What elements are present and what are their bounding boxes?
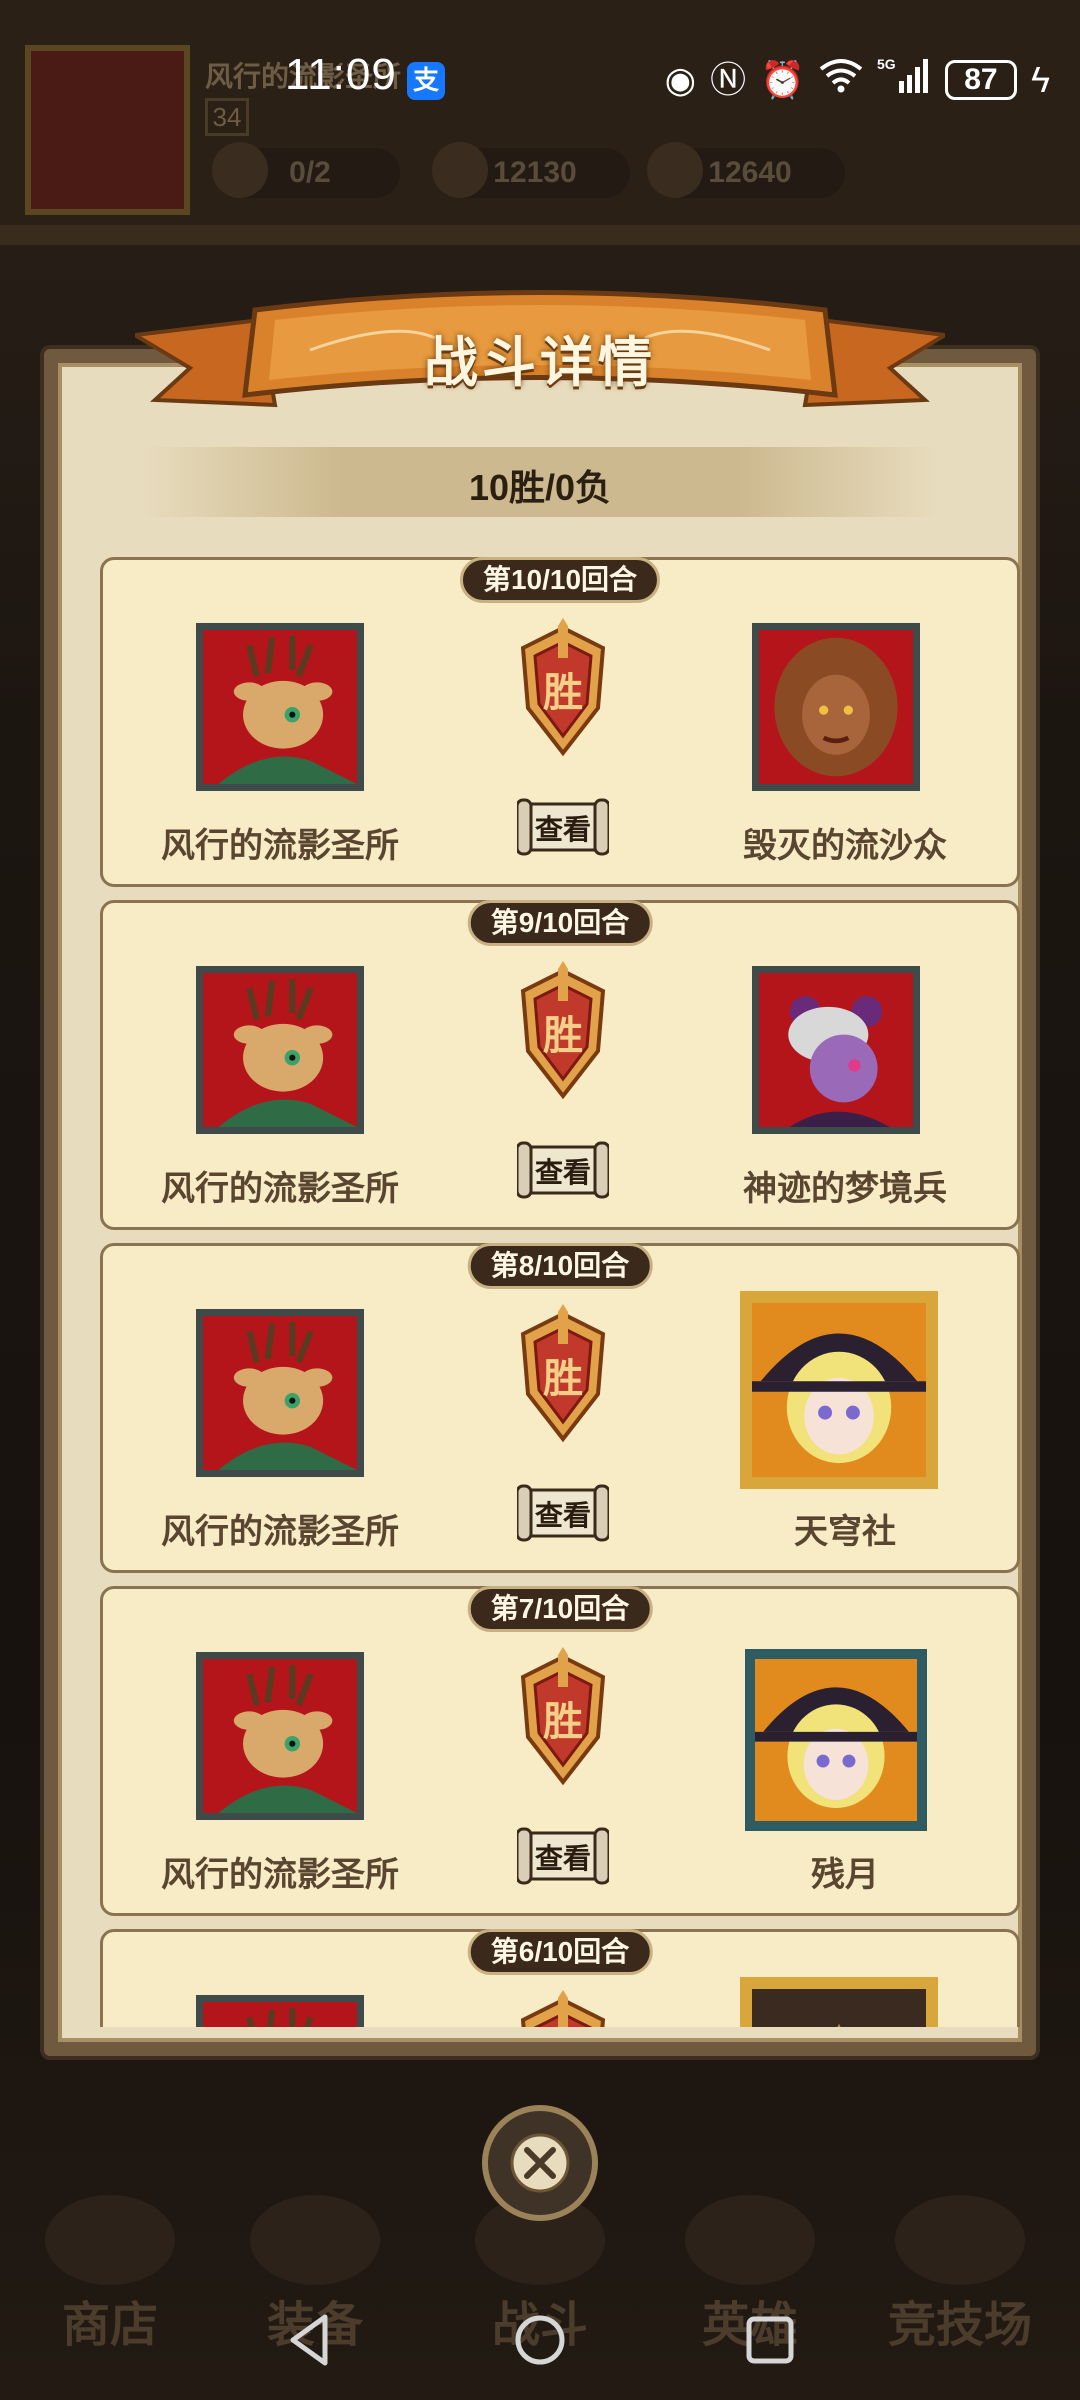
status-bar: 11:09 支 ◉ Ⓝ ⏰ 5G 87 ϟ bbox=[0, 0, 1080, 160]
opponent-portrait-mummy-girl bbox=[752, 966, 920, 1134]
player-team-name: 风行的流影圣所 bbox=[161, 1170, 399, 1208]
charging-icon: ϟ bbox=[1030, 59, 1050, 100]
round-label: 第10/10回合 bbox=[459, 557, 661, 603]
round-label: 第6/10回合 bbox=[467, 1929, 653, 1975]
player-team-portrait bbox=[196, 623, 364, 791]
view-replay-label: 查看 bbox=[534, 1157, 591, 1188]
wifi-icon bbox=[819, 57, 863, 103]
player-team-name: 风行的流影圣所 bbox=[161, 1856, 399, 1894]
status-time: 11:09 bbox=[285, 50, 397, 99]
opponent-team-name: 神迹的梦境兵 bbox=[743, 1170, 947, 1208]
player-team-portrait bbox=[196, 1995, 364, 2027]
alipay-icon: 支 bbox=[407, 62, 445, 100]
opponent-portrait-lion-warrior bbox=[752, 623, 920, 791]
svg-text:5G: 5G bbox=[877, 56, 896, 72]
round-card: 第6/10回合 胜 查看 bbox=[100, 1929, 1020, 2027]
opponent-portrait-witch-girl bbox=[740, 1291, 938, 1489]
signal-icon: 5G bbox=[877, 55, 931, 105]
victory-label: 胜 bbox=[543, 1700, 583, 1744]
dialog-title: 战斗详情 bbox=[424, 333, 656, 393]
round-card: 第8/10回合 胜 查看 风行的流影圣所 天穹社 bbox=[100, 1243, 1020, 1573]
alarm-icon: ⏰ bbox=[760, 59, 805, 100]
view-replay-button[interactable]: 查看 bbox=[517, 1139, 609, 1201]
round-card: 第7/10回合 胜 查看 风行的流影圣所 残月 bbox=[100, 1586, 1020, 1916]
gold-value: 12640 bbox=[708, 156, 792, 189]
status-icons: ◉ Ⓝ ⏰ 5G 87 ϟ bbox=[665, 55, 1050, 105]
player-team-portrait bbox=[196, 966, 364, 1134]
system-nav-bar bbox=[0, 2280, 1080, 2400]
player-team-portrait bbox=[196, 1652, 364, 1820]
opponent-team-name: 天穹社 bbox=[794, 1513, 896, 1551]
player-team-portrait bbox=[196, 1309, 364, 1477]
battle-details-dialog: 10胜/0负 第10/10回合 胜 查看 风行的流影圣所 毁灭的流沙众 第9/1… bbox=[40, 345, 1040, 2060]
round-card: 第9/10回合 胜 查看 风行的流影圣所 神迹的梦境兵 bbox=[100, 900, 1020, 1230]
victory-label: 胜 bbox=[543, 1357, 583, 1401]
stamina-value: 0/2 bbox=[289, 156, 331, 189]
back-icon[interactable] bbox=[275, 2305, 345, 2375]
round-label: 第8/10回合 bbox=[467, 1243, 653, 1289]
victory-badge-icon bbox=[503, 1990, 623, 2027]
gem-value: 12130 bbox=[493, 156, 577, 189]
view-replay-button[interactable]: 查看 bbox=[517, 796, 609, 858]
hd-icon: ◉ bbox=[664, 59, 697, 100]
opponent-team-name: 毁灭的流沙众 bbox=[743, 827, 947, 865]
nfc-icon: Ⓝ bbox=[710, 59, 747, 100]
dialog-body: 10胜/0负 第10/10回合 胜 查看 风行的流影圣所 毁灭的流沙众 第9/1… bbox=[58, 363, 1022, 2042]
round-list[interactable]: 第10/10回合 胜 查看 风行的流影圣所 毁灭的流沙众 第9/10回合 胜 查… bbox=[100, 557, 1020, 2027]
close-button[interactable] bbox=[482, 2105, 598, 2221]
view-replay-label: 查看 bbox=[534, 1500, 591, 1531]
opponent-portrait-dragon bbox=[740, 1977, 938, 2027]
background-divider bbox=[0, 225, 1080, 245]
view-replay-label: 查看 bbox=[534, 1843, 591, 1874]
view-replay-button[interactable]: 查看 bbox=[517, 1482, 609, 1544]
opponent-portrait-witch-girl bbox=[745, 1649, 927, 1831]
battle-record: 10胜/0负 bbox=[468, 467, 612, 508]
round-card: 第10/10回合 胜 查看 风行的流影圣所 毁灭的流沙众 bbox=[100, 557, 1020, 887]
home-icon[interactable] bbox=[505, 2305, 575, 2375]
recents-icon[interactable] bbox=[735, 2305, 805, 2375]
view-replay-label: 查看 bbox=[534, 814, 591, 845]
player-team-name: 风行的流影圣所 bbox=[161, 1513, 399, 1551]
close-icon bbox=[510, 2133, 570, 2193]
opponent-team-name: 残月 bbox=[811, 1856, 879, 1894]
round-label: 第7/10回合 bbox=[467, 1586, 653, 1632]
dialog-title-banner: 战斗详情 bbox=[135, 280, 945, 430]
round-label: 第9/10回合 bbox=[467, 900, 653, 946]
victory-label: 胜 bbox=[543, 671, 583, 715]
view-replay-button[interactable]: 查看 bbox=[517, 1825, 609, 1887]
player-team-name: 风行的流影圣所 bbox=[161, 827, 399, 865]
battery-level: 87 bbox=[944, 60, 1017, 100]
victory-label: 胜 bbox=[543, 1014, 583, 1058]
